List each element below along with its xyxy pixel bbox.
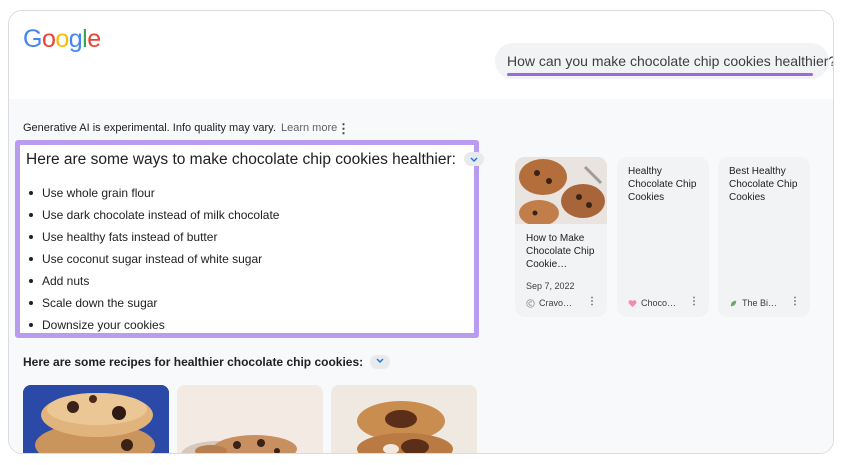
ai-disclaimer-text: Generative AI is experimental. Info qual…: [23, 122, 276, 134]
logo-letter: o: [55, 25, 69, 53]
recipe-card-source: Choco…: [628, 298, 676, 308]
recipe-card-source-text: The Bi…: [742, 298, 778, 308]
list-item: Downsize your cookies: [28, 317, 279, 339]
search-query-text: How can you make chocolate chip cookies …: [507, 53, 834, 69]
chevron-down-icon: [376, 358, 384, 363]
ai-answer-heading: Here are some ways to make chocolate chi…: [26, 151, 485, 169]
header: Google How can you make chocolate chip c…: [9, 11, 833, 99]
results-area: Generative AI is experimental. Info qual…: [9, 99, 833, 453]
list-item: Use coconut sugar instead of white sugar: [28, 251, 279, 273]
recipe-card-source-text: Cravo…: [539, 298, 573, 308]
search-query-bubble[interactable]: How can you make chocolate chip cookies …: [495, 43, 833, 79]
recipes-heading: Here are some recipes for healthier choc…: [23, 354, 391, 370]
logo-letter: G: [23, 25, 42, 53]
recipe-card-title: Healthy Chocolate Chip Cookies: [628, 166, 697, 203]
list-item: Use healthy fats instead of butter: [28, 229, 279, 251]
learn-more-link[interactable]: Learn more: [281, 122, 337, 134]
more-options-icon[interactable]: ⋮: [689, 296, 699, 307]
list-item: Scale down the sugar: [28, 295, 279, 317]
expand-button[interactable]: [464, 151, 485, 166]
recipes-heading-text: Here are some recipes for healthier choc…: [23, 355, 364, 369]
logo-letter: o: [41, 25, 56, 53]
recipe-card-image: [515, 157, 607, 226]
list-item: Add nuts: [28, 273, 279, 295]
screenshot-frame: Google How can you make chocolate chip c…: [8, 10, 834, 454]
heart-icon: [628, 299, 637, 307]
recipe-card[interactable]: How to Make Chocolate Chip Cookie… Sep 7…: [515, 157, 607, 317]
ai-disclaimer: Generative AI is experimental. Info qual…: [23, 122, 337, 134]
expand-button[interactable]: [370, 354, 391, 369]
recipe-card[interactable]: Best Healthy Chocolate Chip Cookies The …: [718, 157, 810, 317]
recipe-card-source: The Bi…: [729, 298, 777, 308]
recipe-thumbnail[interactable]: [23, 385, 169, 453]
ai-answer-box: Here are some ways to make chocolate chi…: [15, 140, 485, 339]
list-item: Use whole grain flour: [28, 185, 279, 207]
chevron-down-icon: [470, 157, 478, 162]
logo-letter: e: [87, 25, 101, 53]
google-logo[interactable]: Google: [23, 25, 101, 54]
recipe-thumbnail[interactable]: [331, 385, 477, 453]
list-item: Use dark chocolate instead of milk choco…: [28, 207, 279, 229]
search-query-underline: [507, 73, 813, 76]
more-options-icon[interactable]: ⋮: [337, 121, 350, 137]
recipe-card-date: Sep 7, 2022: [526, 281, 575, 291]
more-options-icon[interactable]: ⋮: [587, 296, 597, 307]
recipe-thumbnail[interactable]: [177, 385, 323, 453]
more-options-icon[interactable]: ⋮: [790, 296, 800, 307]
recipe-card-title: How to Make Chocolate Chip Cookie…: [526, 233, 595, 270]
suggestion-list: Use whole grain flour Use dark chocolate…: [28, 185, 279, 339]
recipe-card-source: Cravo…: [526, 298, 572, 308]
recipe-card[interactable]: Healthy Chocolate Chip Cookies Choco… ⋮: [617, 157, 709, 317]
ai-answer-heading-text: Here are some ways to make chocolate chi…: [26, 151, 456, 168]
leaf-icon: [730, 300, 737, 306]
logo-letter: g: [68, 25, 83, 53]
cravings-icon: [526, 298, 535, 308]
recipe-card-source-text: Choco…: [641, 298, 677, 308]
recipe-card-title: Best Healthy Chocolate Chip Cookies: [729, 166, 798, 203]
